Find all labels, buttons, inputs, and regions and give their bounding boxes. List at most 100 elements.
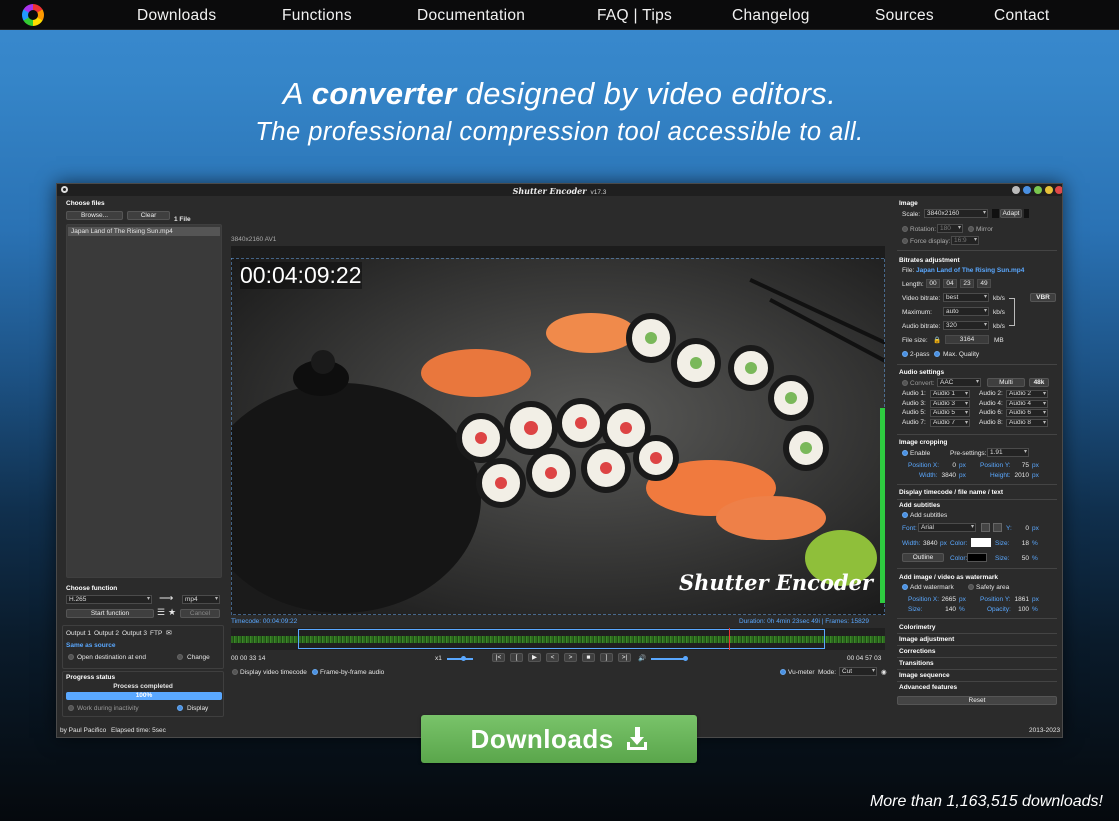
bold-toggle[interactable] [981, 523, 990, 532]
audio-track-select[interactable]: Audio 4 [1006, 399, 1048, 408]
video-bitrate-select[interactable]: best [943, 293, 989, 302]
force-display-checkbox[interactable] [902, 238, 908, 244]
tc-in[interactable]: 00 00 33 14 [231, 655, 265, 662]
convert-checkbox[interactable] [902, 380, 908, 386]
file-list[interactable]: Japan Land of The Rising Sun.mp4 [66, 224, 222, 578]
multi-button[interactable]: Multi [987, 378, 1025, 387]
wm-pos-y-value[interactable]: 1861 [1011, 596, 1029, 603]
next-frame-button[interactable]: > [564, 653, 577, 662]
change-checkbox[interactable] [177, 654, 183, 660]
nav-sources[interactable]: Sources [875, 7, 934, 25]
mirror-checkbox[interactable] [968, 226, 974, 232]
sample-rate-button[interactable]: 48k [1029, 378, 1049, 387]
presettings-select[interactable]: 1.91 [987, 448, 1029, 457]
outline-color-swatch[interactable] [967, 553, 987, 562]
speed-slider[interactable] [447, 656, 473, 661]
crop-pos-x-value[interactable]: 0 [945, 462, 956, 469]
work-inactivity-checkbox[interactable] [68, 705, 74, 711]
audio-track-select[interactable]: Audio 3 [930, 399, 970, 408]
maximum-select[interactable]: auto [943, 307, 989, 316]
wm-pos-x-value[interactable]: 2665 [938, 596, 956, 603]
audio-track-select[interactable]: Audio 8 [1006, 418, 1048, 427]
container-select[interactable]: mp4 [182, 595, 220, 604]
sub-size-value[interactable]: 18 [1017, 540, 1029, 547]
display-checkbox[interactable] [177, 705, 183, 711]
go-end-button[interactable]: >| [618, 653, 631, 662]
volume-slider[interactable] [651, 656, 688, 661]
add-watermark-checkbox[interactable] [902, 584, 908, 590]
menu-image-sequence[interactable]: Image sequence [899, 672, 950, 679]
frame-audio-checkbox[interactable] [312, 669, 318, 675]
lock-toggle[interactable] [992, 209, 999, 218]
italic-toggle[interactable] [993, 523, 1002, 532]
close-icon[interactable] [1055, 186, 1062, 194]
open-destination-checkbox[interactable] [68, 654, 74, 660]
display-tc-heading[interactable]: Display timecode / file name / text [899, 489, 1003, 496]
menu-image-adjustment[interactable]: Image adjustment [899, 636, 954, 643]
crop-height-value[interactable]: 2010 [1011, 472, 1029, 479]
add-subtitles-checkbox[interactable] [902, 512, 908, 518]
outline-button[interactable]: Outline [902, 553, 944, 562]
same-as-source[interactable]: Same as source [66, 642, 116, 649]
mode-select[interactable]: Cut [839, 667, 877, 676]
menu-advanced-features[interactable]: Advanced features [899, 684, 957, 691]
video-preview[interactable]: 00:04:09:22 Shutter Encoder [231, 258, 885, 615]
scale-select[interactable]: 3840x2160 [924, 209, 988, 218]
tab-output-3[interactable]: Output 3 [122, 630, 147, 637]
audio-track-select[interactable]: Audio 6 [1006, 409, 1048, 417]
length-seconds[interactable]: 23 [960, 279, 974, 288]
selection-range[interactable] [298, 629, 825, 649]
help-icon[interactable] [1023, 186, 1031, 194]
adapt-toggle[interactable] [1024, 209, 1029, 218]
mail-icon[interactable]: ✉ [166, 629, 172, 637]
audio-track-select[interactable]: Audio 7 [930, 418, 970, 427]
eye-icon[interactable]: ◉ [881, 668, 887, 676]
start-function-button[interactable]: Start function [66, 609, 154, 618]
prev-frame-button[interactable]: < [546, 653, 559, 662]
shutter-logo-icon[interactable] [22, 4, 44, 26]
rotation-select[interactable]: 180 [937, 224, 963, 233]
menu-transitions[interactable]: Transitions [899, 660, 934, 667]
crop-enable-checkbox[interactable] [902, 450, 908, 456]
vbr-button[interactable]: VBR [1030, 293, 1056, 302]
downloads-button[interactable]: Downloads [421, 715, 697, 763]
opacity-value[interactable]: 100 [1014, 606, 1029, 613]
rotation-checkbox[interactable] [902, 226, 908, 232]
safety-area-checkbox[interactable] [968, 584, 974, 590]
maximize-icon[interactable] [1045, 186, 1053, 194]
crop-pos-y-value[interactable]: 75 [1016, 462, 1029, 469]
mark-in-button[interactable]: [ [510, 653, 523, 662]
font-select[interactable]: Arial [918, 523, 976, 532]
length-frames[interactable]: 49 [977, 279, 991, 288]
waveform-timeline[interactable] [231, 628, 885, 650]
minimize-icon[interactable] [1034, 186, 1042, 194]
file-list-item[interactable]: Japan Land of The Rising Sun.mp4 [68, 227, 220, 236]
length-hours[interactable]: 00 [926, 279, 940, 288]
audio-track-select[interactable]: Audio 2 [1006, 390, 1048, 398]
go-start-button[interactable]: |< [492, 653, 505, 662]
file-size-input[interactable]: 3164 [945, 335, 989, 344]
tab-output-2[interactable]: Output 2 [94, 630, 119, 637]
info-icon[interactable] [1012, 186, 1020, 194]
sub-width-value[interactable]: 3840 [923, 540, 937, 547]
browse-button[interactable]: Browse... [66, 211, 123, 220]
max-quality-checkbox[interactable] [934, 351, 940, 357]
lock-icon[interactable]: 🔒 [933, 336, 941, 344]
crop-width-value[interactable]: 3840 [938, 472, 956, 479]
sub-color-swatch[interactable] [971, 538, 991, 547]
audio-track-select[interactable]: Audio 1 [930, 390, 970, 398]
menu-corrections[interactable]: Corrections [899, 648, 935, 655]
wm-size-value[interactable]: 140 [941, 606, 956, 613]
playhead[interactable] [729, 628, 730, 650]
cancel-button[interactable]: Cancel [180, 609, 220, 618]
nav-functions[interactable]: Functions [282, 7, 352, 25]
nav-downloads[interactable]: Downloads [137, 7, 216, 25]
nav-contact[interactable]: Contact [994, 7, 1050, 25]
outline-size-value[interactable]: 50 [1017, 555, 1029, 562]
star-icon[interactable]: ★ [168, 607, 176, 618]
vumeter-checkbox[interactable] [780, 669, 786, 675]
adapt-button[interactable]: Adapt [1000, 209, 1022, 218]
nav-documentation[interactable]: Documentation [417, 7, 525, 25]
tab-ftp[interactable]: FTP [150, 630, 162, 637]
reset-button[interactable]: Reset [897, 696, 1057, 705]
